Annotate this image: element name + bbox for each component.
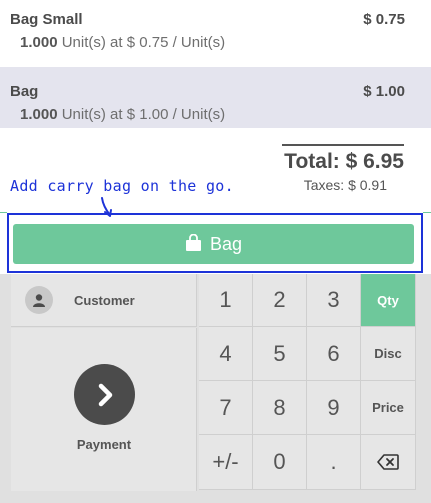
line-detail: Unit(s) at $ 0.75 / Unit(s) xyxy=(61,34,226,51)
line-qty: 1.000 xyxy=(20,34,58,51)
line-qty: 1.000 xyxy=(20,106,58,123)
shopping-bag-icon xyxy=(185,234,201,251)
decimal-button[interactable]: . xyxy=(307,435,361,490)
control-pad: Customer Payment 1 2 3 Qty 4 5 6 Disc 7 … xyxy=(0,274,431,503)
numpad-key-7[interactable]: 7 xyxy=(199,381,253,435)
customer-label: Customer xyxy=(74,292,135,308)
line-price: $ 1.00 xyxy=(363,83,405,100)
divider xyxy=(423,212,431,213)
chevron-right-icon xyxy=(74,364,135,425)
numpad-key-1[interactable]: 1 xyxy=(199,274,253,327)
order-summary: Total: $ 6.95 Taxes: $ 0.91 Add carry ba… xyxy=(0,122,431,217)
orderlines: Bag Small $ 0.75 1.000 Unit(s) at $ 0.75… xyxy=(0,0,431,128)
backspace-button[interactable] xyxy=(361,435,416,490)
discount-mode-button[interactable]: Disc xyxy=(361,327,416,381)
user-icon xyxy=(25,286,53,314)
numpad-key-3[interactable]: 3 xyxy=(307,274,361,327)
numpad-key-5[interactable]: 5 xyxy=(253,327,307,381)
customer-button[interactable]: Customer xyxy=(11,274,197,327)
add-bag-label: Bag xyxy=(209,233,243,254)
numpad-key-0[interactable]: 0 xyxy=(253,435,307,490)
numpad-key-4[interactable]: 4 xyxy=(199,327,253,381)
price-mode-button[interactable]: Price xyxy=(361,381,416,435)
payment-button[interactable]: Payment xyxy=(11,328,197,491)
line-detail: Unit(s) at $ 1.00 / Unit(s) xyxy=(61,106,226,123)
add-bag-button[interactable]: Bag xyxy=(13,224,414,264)
orderline-selected[interactable]: Bag $ 1.00 1.000 Unit(s) at $ 1.00 / Uni… xyxy=(0,67,431,128)
numpad-key-8[interactable]: 8 xyxy=(253,381,307,435)
line-price: $ 0.75 xyxy=(363,11,405,28)
summary-divider xyxy=(282,144,404,146)
divider xyxy=(0,212,7,213)
qty-mode-button[interactable]: Qty xyxy=(361,274,416,327)
product-name: Bag Small xyxy=(10,11,83,28)
payment-label: Payment xyxy=(76,437,132,452)
numpad-key-6[interactable]: 6 xyxy=(307,327,361,381)
line-info: 1.000 Unit(s) at $ 1.00 / Unit(s) xyxy=(20,106,225,123)
action-column: Customer Payment xyxy=(11,274,197,492)
orderline[interactable]: Bag Small $ 0.75 1.000 Unit(s) at $ 0.75… xyxy=(0,0,431,61)
line-info: 1.000 Unit(s) at $ 0.75 / Unit(s) xyxy=(20,34,225,51)
order-taxes: Taxes: $ 0.91 xyxy=(303,177,387,193)
order-total: Total: $ 6.95 xyxy=(284,150,404,173)
sign-toggle-button[interactable]: +/- xyxy=(199,435,253,490)
numpad-key-9[interactable]: 9 xyxy=(307,381,361,435)
product-name: Bag xyxy=(10,83,39,100)
numpad: 1 2 3 Qty 4 5 6 Disc 7 8 9 Price +/- 0 . xyxy=(199,274,416,490)
backspace-icon xyxy=(377,454,399,470)
annotation-note: Add carry bag on the go. xyxy=(10,177,234,195)
numpad-key-2[interactable]: 2 xyxy=(253,274,307,327)
